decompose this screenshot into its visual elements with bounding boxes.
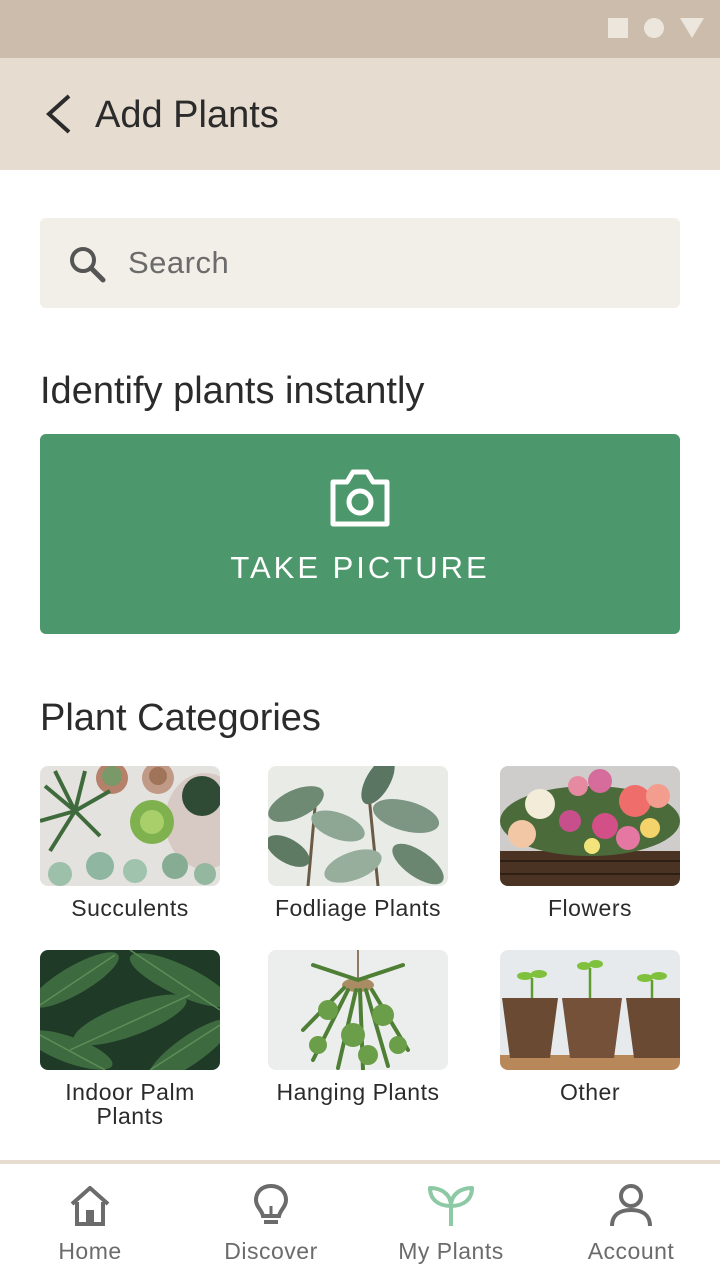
search-icon (70, 247, 106, 283)
person-icon (610, 1184, 652, 1227)
home-icon (70, 1186, 110, 1226)
hanging-plants-image (268, 950, 448, 1070)
nav-discover[interactable]: Discover (186, 1182, 356, 1265)
nav-label: Home (58, 1238, 122, 1264)
nav-home[interactable]: Home (5, 1182, 175, 1265)
categories-heading: Plant Categories (40, 697, 321, 739)
category-label: Hanging Plants (276, 1079, 440, 1105)
nav-label: Account (587, 1238, 675, 1264)
category-flowers[interactable]: Flowers (500, 766, 680, 920)
circle-icon (644, 18, 664, 38)
category-foliage-plants[interactable]: Fodliage Plants (268, 766, 448, 920)
nav-account[interactable]: Account (546, 1182, 716, 1265)
lightbulb-icon (253, 1183, 289, 1224)
category-hanging-plants[interactable]: Hanging Plants (268, 950, 448, 1104)
nav-label: My Plants (398, 1238, 504, 1264)
succulents-image (40, 766, 220, 886)
app-bar: Add Plants (0, 58, 720, 170)
status-bar (0, 0, 720, 58)
category-other[interactable]: Other (500, 950, 680, 1104)
category-label: Flowers (547, 895, 632, 921)
category-succulents[interactable]: Succulents (40, 766, 220, 920)
sprout-icon (428, 1186, 474, 1226)
back-button[interactable] (36, 92, 80, 136)
square-icon (608, 18, 628, 38)
camera-icon (330, 469, 390, 527)
page-title: Add Plants (95, 94, 279, 136)
other-image (500, 950, 680, 1070)
category-label: Fodliage Plants (274, 895, 442, 921)
category-label: Succulents (71, 895, 189, 921)
foliage-plants-image (268, 766, 448, 886)
search-input[interactable] (128, 236, 648, 290)
nav-my-plants[interactable]: My Plants (366, 1182, 536, 1265)
triangle-icon (680, 18, 704, 38)
category-label: Indoor Palm Plants (65, 1079, 195, 1129)
indoor-palm-plants-image (40, 950, 220, 1070)
nav-label: Discover (224, 1238, 318, 1264)
take-picture-label: TAKE PICTURE (230, 550, 490, 585)
identify-heading: Identify plants instantly (40, 370, 425, 412)
bottom-navigation: Home Discover My Plants Account (0, 1160, 720, 1280)
category-label: Other (559, 1079, 621, 1105)
back-arrow-icon (46, 94, 71, 134)
flowers-image (500, 766, 680, 886)
category-indoor-palm-plants[interactable]: Indoor Palm Plants (40, 950, 220, 1128)
take-picture-button[interactable]: TAKE PICTURE (40, 434, 680, 634)
